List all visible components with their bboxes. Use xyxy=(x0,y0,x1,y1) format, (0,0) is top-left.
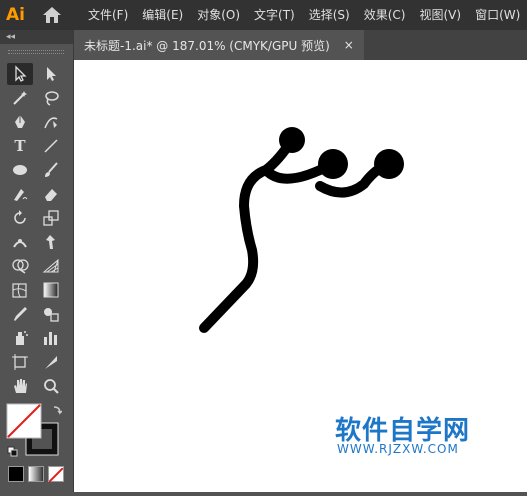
direct-selection-tool-icon[interactable] xyxy=(38,63,64,85)
line-segment-tool-icon[interactable] xyxy=(38,135,64,157)
menu-type[interactable]: 文字(T) xyxy=(254,0,295,30)
gradient-mode-button[interactable] xyxy=(28,466,44,482)
close-icon[interactable]: × xyxy=(344,38,354,52)
menu-bar: Ai 文件(F) 编辑(E) 对象(O) 文字(T) 选择(S) 效果(C) 视… xyxy=(0,0,527,30)
shaper-tool-icon[interactable] xyxy=(7,183,33,205)
color-mode-button[interactable] xyxy=(8,466,24,482)
main-menu: 文件(F) 编辑(E) 对象(O) 文字(T) 选择(S) 效果(C) 视图(V… xyxy=(88,0,527,30)
column-graph-tool-icon[interactable] xyxy=(38,327,64,349)
home-icon[interactable] xyxy=(40,5,64,25)
menu-file[interactable]: 文件(F) xyxy=(88,0,128,30)
menu-effect[interactable]: 效果(C) xyxy=(364,0,406,30)
panel-grip[interactable] xyxy=(8,50,64,54)
eyedropper-tool-icon[interactable] xyxy=(7,303,33,325)
eraser-tool-icon[interactable] xyxy=(38,183,64,205)
selection-tool-icon[interactable] xyxy=(7,63,33,85)
magic-wand-tool-icon[interactable] xyxy=(7,87,33,109)
menu-view[interactable]: 视图(V) xyxy=(419,0,461,30)
slice-tool-icon[interactable] xyxy=(38,351,64,373)
hand-tool-icon[interactable] xyxy=(7,375,33,397)
menu-edit[interactable]: 编辑(E) xyxy=(142,0,183,30)
lasso-tool-icon[interactable] xyxy=(38,87,64,109)
document-tab-bar: 未标题-1.ai* @ 187.01% (CMYK/GPU 预览) × xyxy=(74,30,527,60)
width-tool-icon[interactable] xyxy=(7,231,33,253)
menu-object[interactable]: 对象(O) xyxy=(197,0,240,30)
rotate-tool-icon[interactable] xyxy=(7,207,33,229)
menu-window[interactable]: 窗口(W) xyxy=(475,0,520,30)
type-tool-label: T xyxy=(14,137,26,155)
pen-tool-icon[interactable] xyxy=(7,111,33,133)
ellipse-tool-icon[interactable] xyxy=(7,159,33,181)
fill-stroke-swatches xyxy=(6,403,63,459)
shape-builder-tool-icon[interactable] xyxy=(7,255,33,277)
artwork-dot-3 xyxy=(374,149,404,179)
perspective-grid-tool-icon[interactable] xyxy=(38,255,64,277)
none-mode-button[interactable] xyxy=(48,466,64,483)
document-tab-title: 未标题-1.ai* @ 187.01% (CMYK/GPU 预览) xyxy=(84,38,330,53)
artwork-dot-1 xyxy=(279,127,305,153)
symbol-sprayer-tool-icon[interactable] xyxy=(7,327,33,349)
app-logo: Ai xyxy=(6,5,25,25)
artboard-tool-icon[interactable] xyxy=(7,351,33,373)
type-tool-icon[interactable]: T xyxy=(7,135,33,157)
tools-panel-header: ◂◂ xyxy=(0,30,73,44)
artwork-main-stroke xyxy=(199,135,297,333)
curvature-tool-icon[interactable] xyxy=(38,111,64,133)
mesh-tool-icon[interactable] xyxy=(7,279,33,301)
paintbrush-tool-icon[interactable] xyxy=(38,159,64,181)
gradient-tool-icon[interactable] xyxy=(38,279,64,301)
watermark-url: WWW.RJZXW.COM xyxy=(337,442,459,456)
chevron-double-left-icon[interactable]: ◂◂ xyxy=(6,30,15,44)
zoom-tool-icon[interactable] xyxy=(38,375,64,397)
menu-select[interactable]: 选择(S) xyxy=(309,0,350,30)
scale-tool-icon[interactable] xyxy=(38,207,64,229)
artwork-dot-2 xyxy=(318,149,348,179)
blend-tool-icon[interactable] xyxy=(38,303,64,325)
document-tab[interactable]: 未标题-1.ai* @ 187.01% (CMYK/GPU 预览) × xyxy=(74,30,364,60)
puppet-warp-tool-icon[interactable] xyxy=(38,231,64,253)
